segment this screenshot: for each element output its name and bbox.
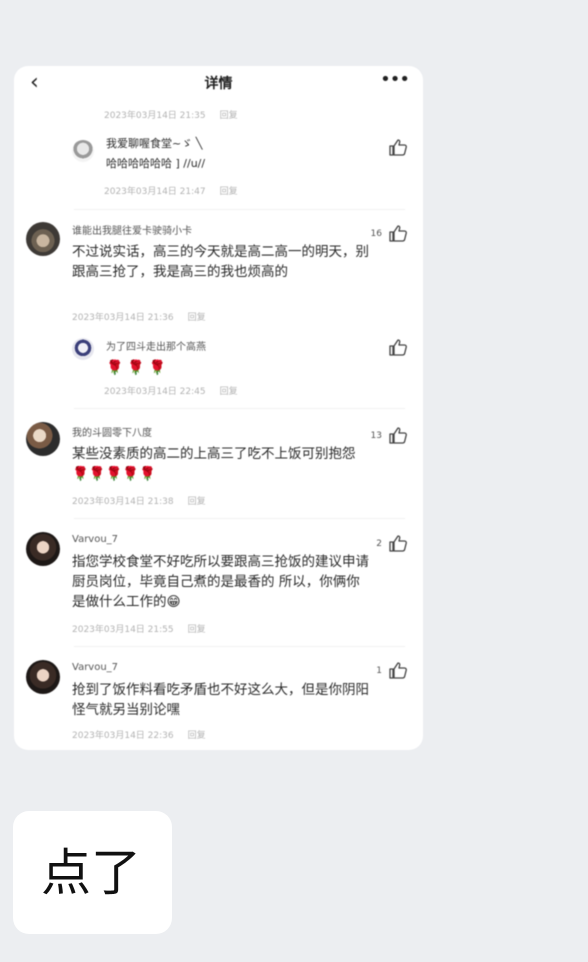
divider: [74, 518, 405, 519]
like-count: 13: [370, 431, 382, 441]
reply-button[interactable]: 回复: [188, 313, 206, 323]
reply-button[interactable]: 回复: [188, 625, 206, 635]
screenshot-card: ‹ 详情 ••• 2023年03月14日 21:35 回复 我爱聊喔食堂~ゞ ╲ …: [14, 66, 423, 750]
comment-text: 指您学校食堂不好吃所以要跟高三抢饭的建议申请厨员岗位，毕竟自己煮的是最香的 所以…: [72, 554, 369, 610]
avatar[interactable]: [26, 532, 60, 566]
comment-meta: 2023年03月14日 21:38 回复: [72, 497, 206, 507]
thumbs-up-icon[interactable]: [388, 661, 408, 679]
thumbs-up-icon[interactable]: [388, 338, 408, 356]
comment-meta: 2023年03月14日 22:36 回复: [72, 731, 206, 741]
reply-button[interactable]: 回复: [220, 187, 238, 197]
divider: [74, 646, 405, 647]
divider: [74, 408, 405, 409]
comment-meta: 2023年03月14日 21:55 回复: [72, 625, 206, 635]
comment-text: 抢到了饭作料看吃矛盾也不好这么大，但是你阴阳怪气就另当别论嘿: [72, 682, 369, 718]
comment-username[interactable]: Varvou_7: [72, 534, 118, 545]
reply-button[interactable]: 回复: [220, 387, 238, 397]
comment-username[interactable]: 为了四斗走出那个高燕: [106, 338, 206, 353]
comment-text: 不过说实话，高三的今天就是高二高一的明天，别跟高三抢了，我是高三的我也烦高的: [72, 244, 369, 280]
thumbs-up-icon[interactable]: [388, 224, 408, 242]
comment-text: 🌹🌹🌹: [106, 360, 171, 376]
comment-username[interactable]: 谁能出我腿往爱卡驶骑小卡: [72, 222, 192, 237]
avatar[interactable]: [72, 338, 94, 360]
comment-meta: 2023年03月14日 21:36 回复: [72, 313, 206, 323]
comment-username[interactable]: Varvou_7: [72, 662, 118, 673]
comment-text: 某些没素质的高二的上高三了吃不上饭可别抱怨🌹🌹🌹🌹🌹: [72, 446, 356, 482]
comment-meta: 2023年03月14日 22:45 回复: [104, 387, 238, 397]
avatar[interactable]: [72, 140, 94, 162]
comment-username[interactable]: 我的斗圆零下八度: [72, 424, 152, 439]
top-bar: ‹ 详情 •••: [14, 66, 423, 98]
thumbs-up-icon[interactable]: [388, 426, 408, 444]
avatar[interactable]: [26, 660, 60, 694]
divider: [74, 209, 405, 210]
thumbs-up-icon[interactable]: [388, 534, 408, 552]
more-icon[interactable]: •••: [380, 69, 410, 90]
reply-button[interactable]: 回复: [188, 497, 206, 507]
like-count: 16: [370, 229, 382, 239]
comment-meta: 2023年03月14日 21:47 回复: [104, 187, 238, 197]
chat-message-bubble[interactable]: 点了: [13, 811, 172, 934]
avatar[interactable]: [26, 222, 60, 256]
comment-text: 我爱聊喔食堂~ゞ ╲ 哈哈哈哈哈哈 ] //u//: [106, 137, 206, 170]
like-count: 1: [376, 666, 382, 676]
reply-button[interactable]: 回复: [220, 111, 238, 121]
like-count: 2: [376, 539, 382, 549]
thumbs-up-icon[interactable]: [388, 138, 408, 156]
reply-button[interactable]: 回复: [188, 731, 206, 741]
avatar[interactable]: [26, 422, 60, 456]
chat-message-text: 点了: [41, 844, 141, 902]
comment-meta: 2023年03月14日 21:35 回复: [104, 111, 238, 121]
page-title: 详情: [204, 76, 233, 92]
